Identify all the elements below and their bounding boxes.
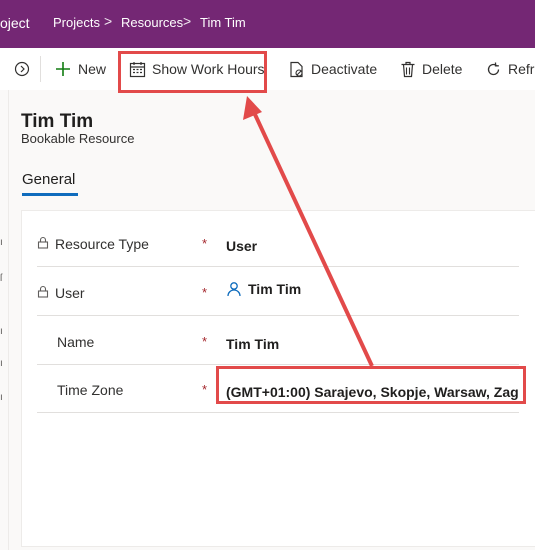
nav-glyph: ı [0,326,3,337]
required-marker: * [202,285,208,300]
field-resource-type: Resource Type * User [37,218,519,267]
lock-icon [37,236,51,252]
back-arrow-icon [14,61,30,77]
top-nav-bar: oject Projects > Resources > Tim Tim [0,0,535,48]
toolbar-divider [40,56,41,82]
delete-button[interactable]: Delete [400,48,462,90]
new-button-label: New [78,61,107,77]
deactivate-label: Deactivate [311,61,378,77]
tab-selected-indicator [22,193,78,196]
user-label: User [55,285,85,301]
deactivate-button[interactable]: Deactivate [288,48,377,90]
back-button[interactable] [14,48,36,90]
breadcrumb-separator: > [183,13,192,29]
time-zone-label: Time Zone [57,382,124,398]
tab-general[interactable]: General [22,171,75,188]
highlight-show-work-hours [118,51,267,93]
required-marker: * [202,382,208,397]
lock-icon [37,285,51,301]
nav-glyph: ı [0,392,3,403]
breadcrumb-resources[interactable]: Resources [121,15,183,30]
person-icon [226,281,242,297]
left-navigation-strip: ı ſ ı ı ı [0,90,9,550]
user-lookup-link[interactable]: Tim Tim [226,281,301,297]
field-label: Resource Type [37,236,149,252]
highlight-time-zone [216,366,526,404]
field-label: User [37,285,85,301]
nav-glyph: ſ [0,273,3,284]
refresh-button[interactable]: Refre [485,48,535,90]
field-name: Name * Tim Tim [37,316,519,365]
breadcrumb-separator: > [104,13,113,29]
app-name[interactable]: oject [0,15,30,31]
nav-glyph: ı [0,358,3,369]
new-button[interactable]: New [54,48,106,90]
name-label: Name [57,334,95,350]
nav-glyph: ı [0,237,3,248]
name-value[interactable]: Tim Tim [226,336,279,352]
required-marker: * [202,236,208,251]
record-title: Tim Tim [21,111,94,132]
user-lookup-value: Tim Tim [248,281,302,297]
resource-type-label: Resource Type [55,236,149,252]
resource-type-value[interactable]: User [226,238,257,254]
refresh-icon [485,61,502,78]
field-user: User * Tim Tim [37,267,519,316]
deactivate-icon [288,61,305,78]
breadcrumb-current: Tim Tim [200,15,246,30]
delete-icon [400,61,416,78]
breadcrumb-projects[interactable]: Projects [53,15,100,30]
add-icon [54,60,72,78]
refresh-label: Refre [508,61,535,77]
delete-label: Delete [422,61,463,77]
command-bar: New Show Work Hours Deactivate Delete Re… [0,48,535,91]
record-entity-name: Bookable Resource [21,131,135,146]
required-marker: * [202,334,208,349]
